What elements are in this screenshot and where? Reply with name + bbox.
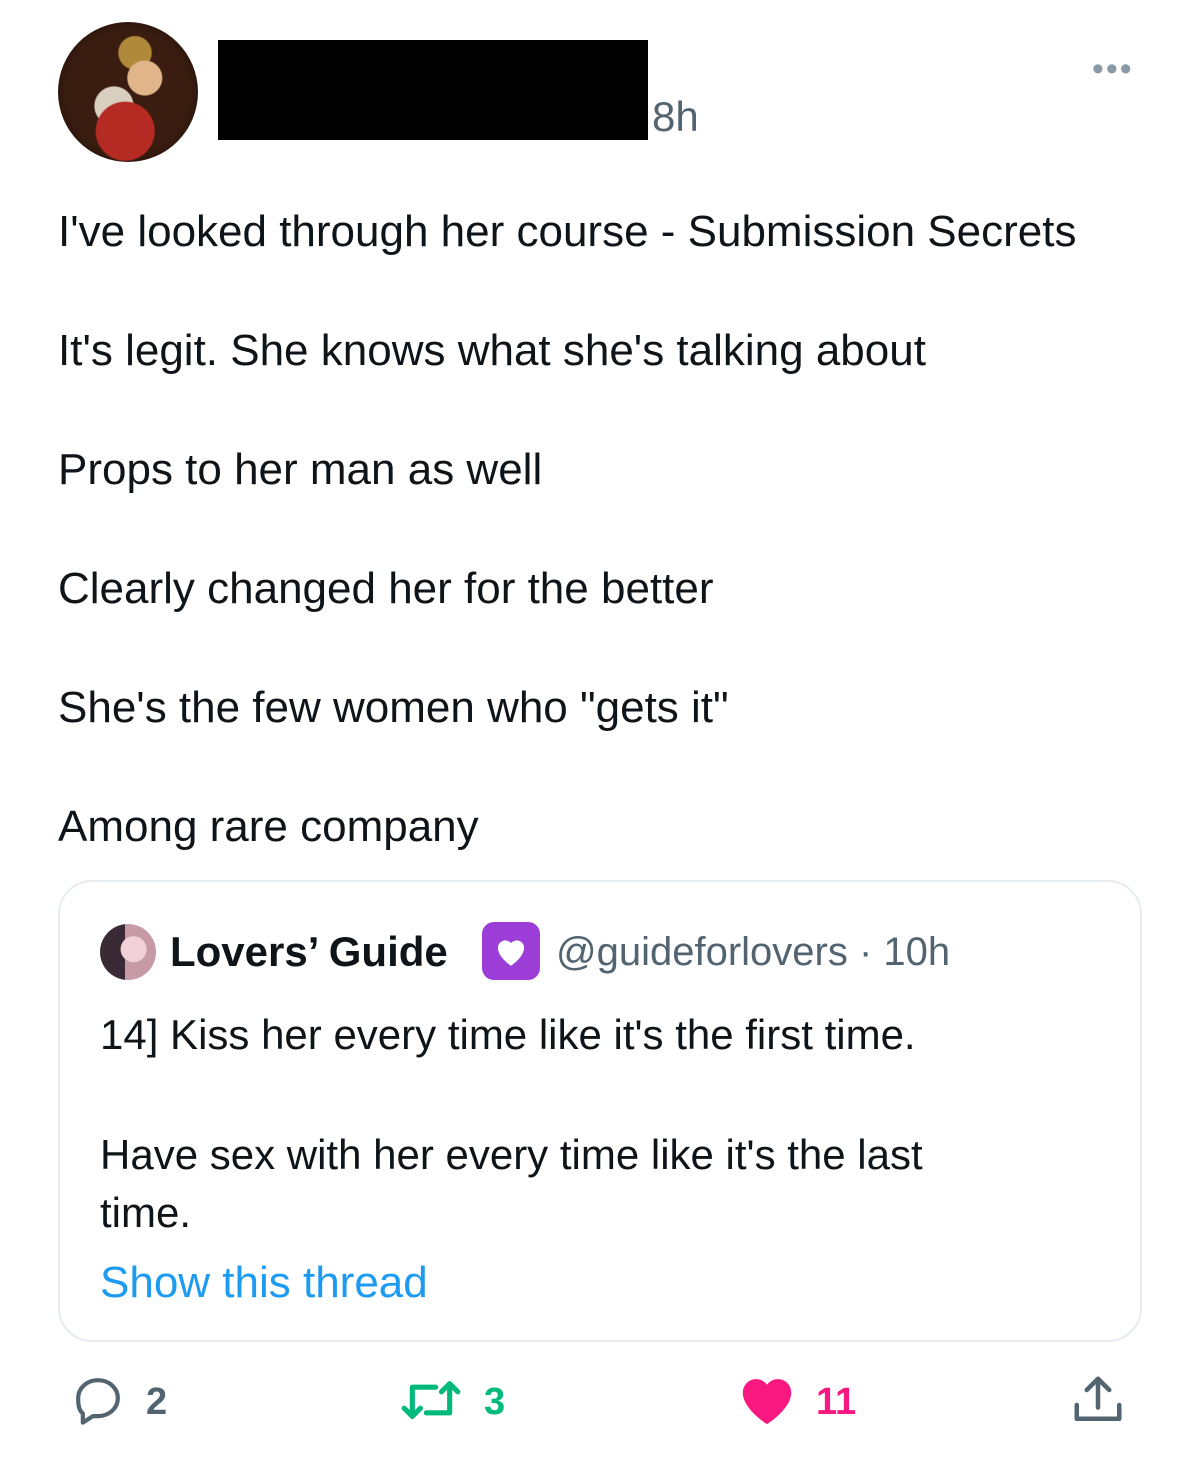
reply-icon: [70, 1372, 126, 1433]
share-button[interactable]: [1068, 1372, 1128, 1432]
retweet-icon: [398, 1372, 464, 1433]
tweet-time[interactable]: 8h: [652, 96, 699, 138]
share-icon: [1068, 1370, 1128, 1435]
quoted-author-avatar[interactable]: [100, 924, 156, 980]
quoted-handle-time[interactable]: @guideforlovers · 10h: [556, 930, 950, 975]
quoted-author-name[interactable]: Lovers’ Guide: [170, 928, 448, 976]
redacted-author-name: [218, 40, 648, 140]
tweet-text-line-4: Clearly changed her for the better: [58, 564, 714, 613]
like-button[interactable]: 11: [738, 1372, 856, 1432]
tweet-text-line-6: Among rare company: [58, 802, 479, 851]
quoted-text-line-1: 14] Kiss her every time like it's the fi…: [100, 1011, 916, 1058]
like-count: 11: [816, 1380, 857, 1423]
show-thread-link[interactable]: Show this thread: [100, 1258, 428, 1308]
more-icon[interactable]: •••: [1092, 52, 1134, 86]
purple-heart-icon: [482, 922, 540, 980]
author-avatar[interactable]: [58, 22, 198, 162]
quoted-text-line-3: time.: [100, 1189, 192, 1236]
tweet-text-line-2: It's legit. She knows what she's talking…: [58, 326, 926, 375]
reply-count: 2: [146, 1380, 168, 1423]
retweet-count: 3: [484, 1380, 506, 1423]
quoted-text-line-2: Have sex with her every time like it's t…: [100, 1131, 923, 1178]
tweet-text-line-5: She's the few women who "gets it": [58, 683, 729, 732]
tweet-text-line-3: Props to her man as well: [58, 445, 543, 494]
heart-icon: [738, 1373, 796, 1432]
tweet-text-line-1: I've looked through her course - Submiss…: [58, 207, 1077, 256]
retweet-button[interactable]: 3: [398, 1372, 505, 1432]
quoted-tweet[interactable]: Lovers’ Guide @guideforlovers · 10h 14] …: [58, 880, 1142, 1342]
reply-button[interactable]: 2: [70, 1372, 167, 1432]
